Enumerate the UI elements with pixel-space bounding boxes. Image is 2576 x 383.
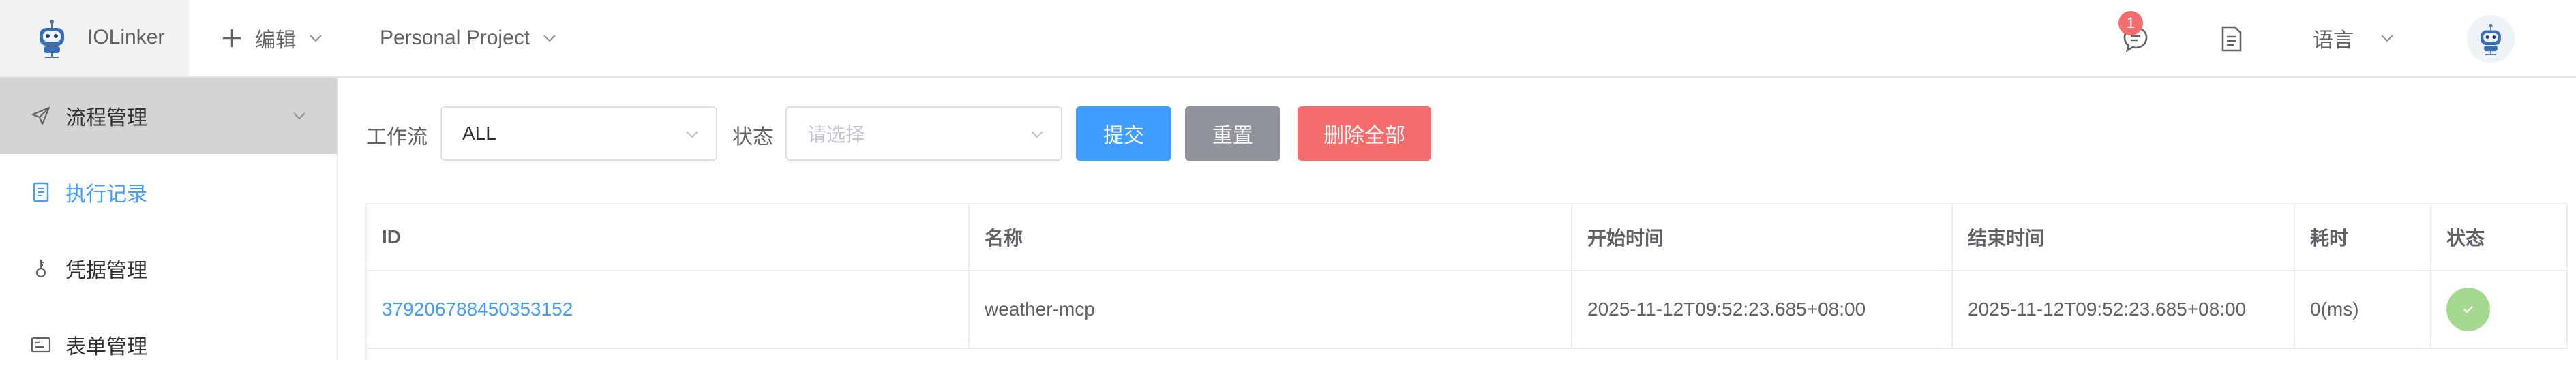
reset-button[interactable]: 重置 xyxy=(1185,106,1280,161)
language-selector[interactable]: 语言 xyxy=(2313,0,2396,76)
key-icon xyxy=(35,260,46,278)
app-name: IOLinker xyxy=(87,26,165,48)
sidebar: 流程管理 执行记录 凭据管理 表单管理 xyxy=(0,78,338,360)
sidebar-item-label: 凭据管理 xyxy=(65,260,147,282)
submit-button[interactable]: 提交 xyxy=(1076,106,1171,161)
top-header: IOLinker 编辑 Personal Project 1 语言 xyxy=(0,0,2576,78)
plus-icon xyxy=(223,29,241,47)
chevron-down-icon xyxy=(1031,131,1043,138)
status-filter-label: 状态 xyxy=(732,126,773,149)
sidebar-item-workflow-management[interactable]: 流程管理 xyxy=(0,78,337,154)
edit-menu[interactable]: 编辑 xyxy=(221,0,325,76)
send-icon xyxy=(31,106,50,125)
workflow-select[interactable]: ALL xyxy=(440,106,717,161)
workflow-select-value: ALL xyxy=(462,123,496,144)
sidebar-item-form-management[interactable]: 表单管理 xyxy=(0,307,337,383)
chevron-down-icon xyxy=(293,112,305,120)
project-selector[interactable]: Personal Project xyxy=(380,0,558,76)
column-header-duration: 耗时 xyxy=(2295,204,2431,271)
record-name: weather-mcp xyxy=(970,271,1572,349)
chevron-down-icon xyxy=(686,131,698,138)
record-end-time: 2025-11-12T09:52:23.685+08:00 xyxy=(1953,271,2295,349)
status-success-badge xyxy=(2446,288,2490,331)
sidebar-item-label: 执行记录 xyxy=(65,183,147,206)
document-icon xyxy=(33,182,49,202)
sidebar-item-execution-records[interactable]: 执行记录 xyxy=(0,154,337,230)
execution-records-table: ID 名称 开始时间 结束时间 耗时 状态 379206788450353152… xyxy=(365,203,2568,360)
chevron-down-icon xyxy=(310,35,322,42)
chevron-down-icon xyxy=(2381,35,2393,42)
sidebar-item-label: 表单管理 xyxy=(65,336,147,358)
column-header-start-time: 开始时间 xyxy=(1572,204,1953,271)
sidebar-item-credential-management[interactable]: 凭据管理 xyxy=(0,230,337,307)
language-selector-label: 语言 xyxy=(2313,29,2354,52)
status-select[interactable]: 请选择 xyxy=(785,106,1062,161)
column-header-name: 名称 xyxy=(970,204,1572,271)
record-id-link[interactable]: 379206788450353152 xyxy=(367,271,970,349)
delete-all-button[interactable]: 删除全部 xyxy=(1298,106,1431,161)
sidebar-item-label: 流程管理 xyxy=(65,107,147,129)
column-header-id: ID xyxy=(367,204,970,271)
check-icon xyxy=(2463,306,2473,313)
workflow-filter-label: 工作流 xyxy=(366,126,428,149)
form-icon xyxy=(31,337,51,353)
notification-badge: 1 xyxy=(2118,11,2143,35)
record-start-time: 2025-11-12T09:52:23.685+08:00 xyxy=(1572,271,1953,349)
project-selector-label: Personal Project xyxy=(380,27,530,49)
status-select-placeholder: 请选择 xyxy=(807,124,865,145)
robot-logo-icon xyxy=(40,20,64,58)
column-header-status: 状态 xyxy=(2431,204,2568,271)
record-duration: 0(ms) xyxy=(2295,271,2431,349)
column-header-end-time: 结束时间 xyxy=(1953,204,2295,271)
user-avatar[interactable] xyxy=(2467,15,2515,63)
chevron-down-icon xyxy=(543,35,556,42)
record-status-cell xyxy=(2431,271,2568,349)
app-logo-block[interactable]: IOLinker xyxy=(0,0,189,76)
robot-avatar-icon xyxy=(2481,23,2501,55)
document-icon[interactable] xyxy=(2217,25,2245,53)
edit-menu-label: 编辑 xyxy=(255,29,296,52)
